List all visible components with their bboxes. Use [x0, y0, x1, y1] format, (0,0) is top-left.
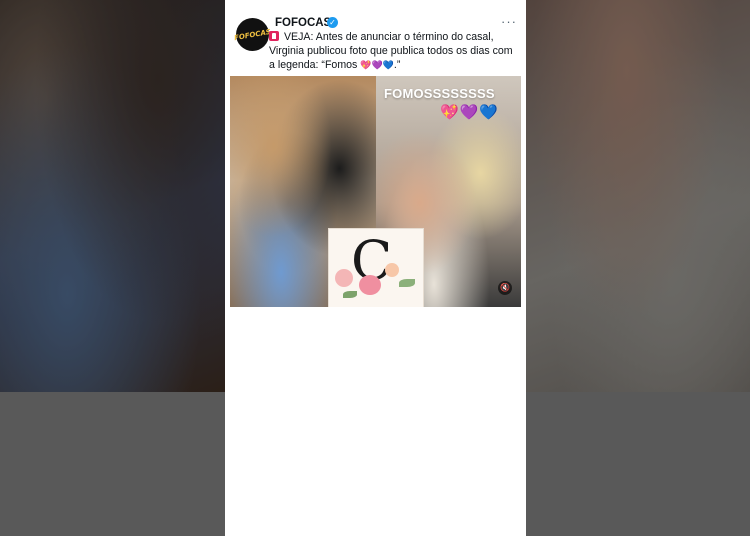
background-blur-left	[0, 0, 225, 392]
post-text-hearts: 💖💜💙	[360, 60, 394, 70]
floral-monogram: C	[328, 228, 424, 307]
story-caption: FOMOSSSSSSSS	[384, 86, 495, 101]
verified-badge-icon: ✓	[327, 17, 338, 28]
mute-icon[interactable]: 🔇	[498, 281, 512, 295]
flower-icon	[385, 263, 399, 277]
post-card[interactable]: FOFOCAS FOFOCAS ✓ ··· VEJA: Antes de anu…	[225, 0, 526, 536]
leaf-icon	[399, 279, 415, 287]
flower-icon	[335, 269, 353, 287]
avatar[interactable]: FOFOCAS	[233, 18, 272, 51]
avatar-logo: FOFOCAS	[233, 27, 272, 42]
background-blur-right	[526, 0, 750, 392]
post-text: VEJA: Antes de anunciar o término do cas…	[269, 30, 521, 72]
more-options-icon[interactable]: ···	[501, 14, 517, 29]
post-text-end: .”	[393, 59, 401, 71]
leaf-icon	[343, 291, 357, 298]
siren-icon	[269, 31, 279, 41]
story-hearts: 💖💜💙	[440, 104, 500, 121]
author-name[interactable]: FOFOCAS	[275, 17, 331, 29]
flower-icon	[359, 275, 381, 295]
post-media[interactable]: FOMOSSSSSSSS 💖💜💙 🔇 C	[230, 76, 521, 307]
